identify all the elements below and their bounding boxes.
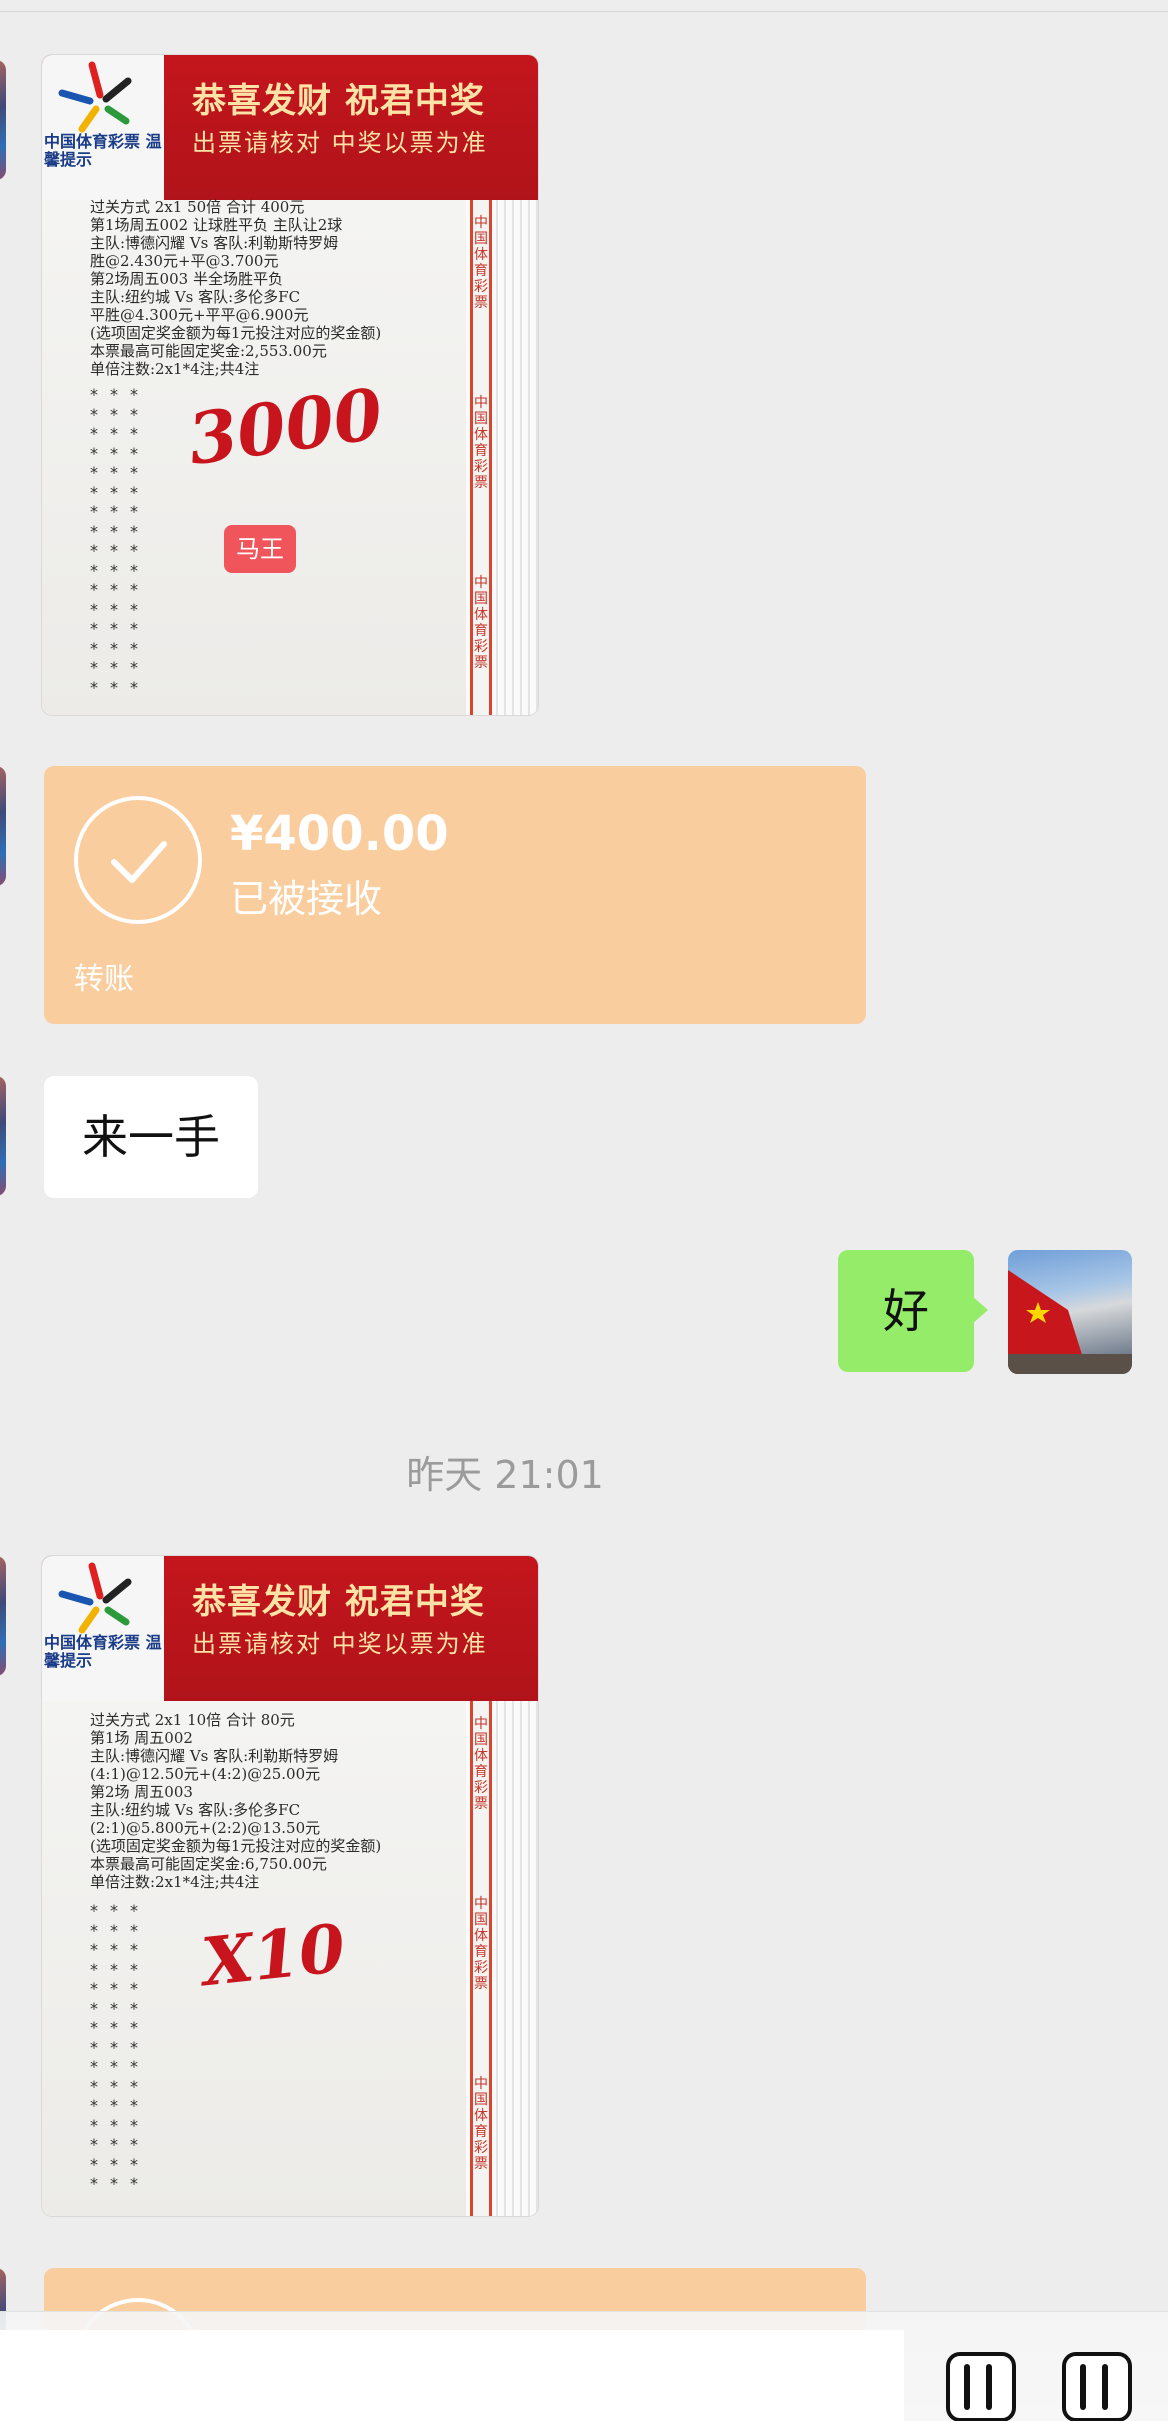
check-circle-icon [74, 796, 202, 924]
lottery-logo: 中国体育彩票 温馨提示 [42, 55, 164, 200]
logo-text: 中国体育彩票 温馨提示 [44, 132, 162, 169]
ticket-line: 第1场 周五002 [90, 1729, 193, 1747]
sender-avatar[interactable] [0, 1076, 6, 1196]
ticket-stripe-text: 中国体育彩票 [474, 215, 488, 311]
incoming-message[interactable]: 来一手 [44, 1076, 258, 1198]
ticket-line: 主队:博德闪耀 Vs 客队:利勒斯特罗姆 [90, 1747, 339, 1765]
input-bar [0, 2311, 1168, 2421]
ticket-details: 过关方式 2x1 50倍 合计 400元 第1场周五002 让球胜平负 主队让2… [90, 198, 470, 378]
transfer-message[interactable]: ¥400.00 已被接收 转账 [44, 766, 866, 1024]
ticket-line: (选项固定奖金额为每1元投注对应的奖金额) [90, 1837, 382, 1855]
ticket-line: 本票最高可能固定奖金:6,750.00元 [90, 1855, 327, 1873]
emoji-icon[interactable] [1062, 2352, 1132, 2421]
ticket-line: (4:1)@12.50元+(4:2)@25.00元 [90, 1765, 321, 1783]
ticket-stripe-text: 中国体育彩票 [474, 1896, 488, 1992]
ticket-subslogan: 出票请核对 中奖以票为准 [192, 129, 488, 157]
ticket-line: 主队:纽约城 Vs 客队:多伦多FC [90, 1801, 301, 1819]
ticket-line: 第2场周五003 半全场胜平负 [90, 270, 283, 288]
transfer-label: 转账 [74, 962, 134, 997]
ticket-stripe-text: 中国体育彩票 [474, 575, 488, 671]
ticket-line: 主队:博德闪耀 Vs 客队:利勒斯特罗姆 [90, 234, 339, 252]
my-avatar[interactable] [1008, 1250, 1132, 1374]
ticket-slogan: 恭喜发财 祝君中奖 [192, 1582, 485, 1622]
ticket-line: (2:1)@5.800元+(2:2)@13.50元 [90, 1819, 321, 1837]
ticket-line: 过关方式 2x1 50倍 合计 400元 [90, 198, 305, 216]
ticket-line: 平胜@4.300元+平平@6.900元 [90, 306, 309, 324]
ticket-asterisks: *** *** *** *** *** *** *** *** *** *** *** *** *** *… [90, 385, 150, 697]
logo-text: 中国体育彩票 温馨提示 [44, 1633, 162, 1670]
message-input[interactable] [0, 2330, 904, 2421]
ticket-line: 过关方式 2x1 10倍 合计 80元 [90, 1711, 295, 1729]
ticket-asterisks: *** *** *** *** *** *** *** *** *** *** *** *** *** *… [90, 1901, 150, 2193]
lottery-ticket-image[interactable]: 中国体育彩票 温馨提示 恭喜发财 祝君中奖 出票请核对 中奖以票为准 中国体育彩… [42, 55, 538, 715]
ticket-stripe-text: 中国体育彩票 [474, 1716, 488, 1812]
ticket-line: 胜@2.430元+平@3.700元 [90, 252, 279, 270]
outgoing-message[interactable]: 好 [838, 1250, 988, 1372]
ticket-line: 第1场周五002 让球胜平负 主队让2球 [90, 216, 343, 234]
ticket-line: 单倍注数:2x1*4注;共4注 [90, 1873, 260, 1891]
handwritten-note: X10 [198, 1908, 349, 2002]
ticket-slogan: 恭喜发财 祝君中奖 [192, 81, 485, 121]
sticker-tag: 马王 [224, 525, 296, 573]
lottery-ticket-image[interactable]: 中国体育彩票 温馨提示 恭喜发财 祝君中奖 出票请核对 中奖以票为准 中国体育彩… [42, 1556, 538, 2216]
lottery-logo: 中国体育彩票 温馨提示 [42, 1556, 164, 1701]
ticket-details: 过关方式 2x1 10倍 合计 80元 第1场 周五002 主队:博德闪耀 Vs… [90, 1711, 470, 1891]
transfer-status: 已被接收 [230, 877, 383, 921]
ticket-line: (选项固定奖金额为每1元投注对应的奖金额) [90, 324, 382, 342]
voice-icon[interactable] [946, 2352, 1016, 2421]
sender-avatar[interactable] [0, 766, 6, 886]
ticket-stripe-text: 中国体育彩票 [474, 395, 488, 491]
ticket-subslogan: 出票请核对 中奖以票为准 [192, 1630, 488, 1658]
ticket-line: 第2场 周五003 [90, 1783, 193, 1801]
ticket-stripe-text: 中国体育彩票 [474, 2076, 488, 2172]
lottery-star-icon [58, 61, 132, 133]
lottery-star-icon [58, 1562, 132, 1634]
sender-avatar[interactable] [0, 1556, 6, 1676]
top-divider [0, 0, 1168, 12]
transfer-amount: ¥400.00 [230, 806, 449, 862]
timestamp: 昨天 21:01 [406, 1453, 604, 1497]
ticket-line: 单倍注数:2x1*4注;共4注 [90, 360, 260, 378]
sender-avatar[interactable] [0, 60, 6, 180]
ticket-line: 本票最高可能固定奖金:2,553.00元 [90, 342, 327, 360]
ticket-line: 主队:纽约城 Vs 客队:多伦多FC [90, 288, 301, 306]
